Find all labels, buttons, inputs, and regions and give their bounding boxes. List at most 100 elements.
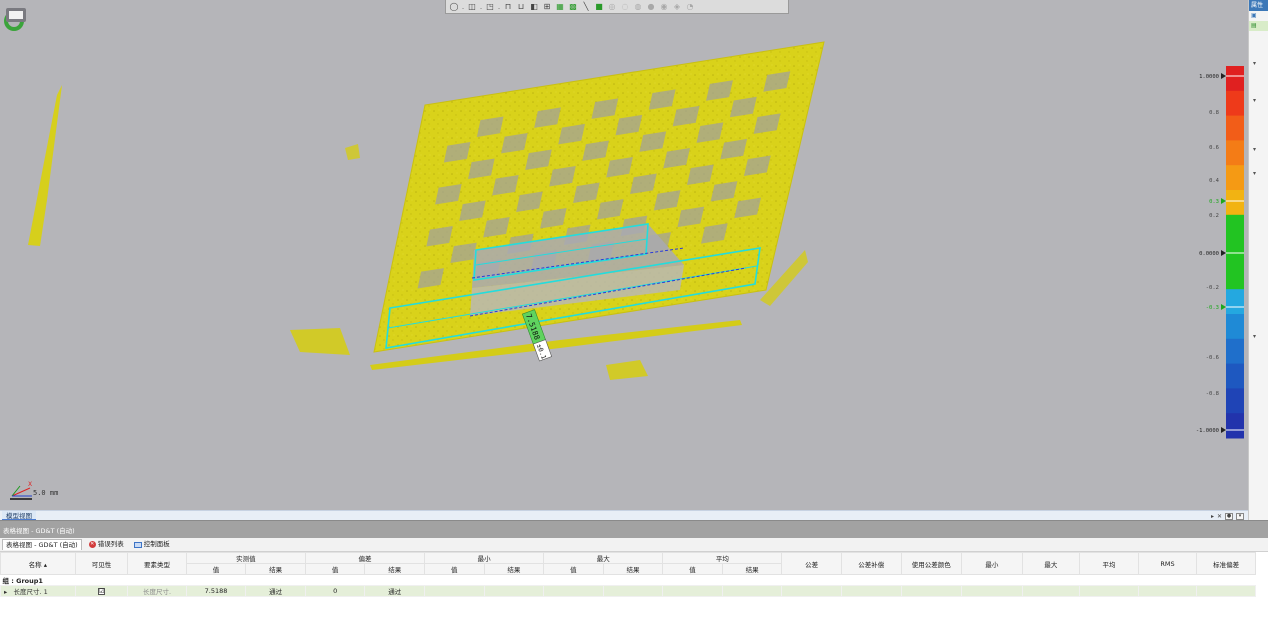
column-header-rms[interactable]: RMS [1137, 552, 1198, 575]
color-segment [1226, 165, 1244, 191]
part-icon[interactable]: ◳ [484, 1, 496, 13]
subheader-value[interactable]: 值 [185, 563, 247, 575]
circle-icon[interactable]: ◎ [606, 1, 618, 13]
column-header-avg[interactable]: 平均 [662, 552, 783, 564]
empty-cell [961, 585, 1023, 597]
color-segment [1226, 214, 1244, 241]
column-header-tolerance[interactable]: 公差 [781, 552, 842, 575]
color-segment [1226, 66, 1244, 92]
row-name-cell: ▸ 长度尺寸. 1 [0, 585, 76, 597]
panel-title: 表格视图 - GD&T (自动) [0, 520, 1268, 538]
subheader-result[interactable]: 结果 [483, 563, 545, 575]
point-cloud-scene: 7.5188 ±0.1 [28, 41, 825, 380]
view-rotate-icon[interactable] [2, 4, 30, 34]
legend-marker-icon[interactable] [1221, 73, 1226, 79]
sphere-view-icon[interactable]: ◯ [448, 1, 460, 13]
grid-alt-icon[interactable]: ▩ [567, 1, 579, 13]
legend-marker-icon[interactable] [1221, 427, 1226, 433]
color-scale-bar: 1.0000 0.8 0.6 0.4 0.3 0.2 0.0000 -0.2 -0.3 -0.6 -… [1196, 66, 1244, 439]
column-header-deviation[interactable]: 偏差 [304, 552, 426, 564]
back-view-icon[interactable]: ⊔ [515, 1, 527, 13]
visibility-cell: ☑ [74, 585, 129, 597]
empty-cell [1196, 585, 1256, 597]
group-label: 组 : Group1 [0, 574, 1256, 586]
deviation-color-legend: 1.0000 0.8 0.6 0.4 0.3 0.2 0.0000 -0.2 -0.3 -0.6 -… [1186, 60, 1248, 450]
legend-tick-label: -1.0000 [1196, 428, 1219, 434]
chevron-down-icon[interactable]: ▾ [1253, 170, 1256, 177]
subheader-value[interactable]: 值 [304, 563, 366, 575]
legend-tick-label: 0.0000 [1199, 251, 1219, 257]
subheader-result[interactable]: 结果 [721, 563, 783, 575]
column-header-max[interactable]: 最大 [543, 552, 664, 564]
empty-cell [1021, 585, 1081, 597]
dropdown-icon[interactable]: ▾ [1236, 512, 1244, 520]
color-segment [1226, 115, 1244, 141]
measured-value-cell: 7.5188 [185, 585, 247, 597]
legend-marker-icon[interactable] [1221, 198, 1226, 204]
legend-tick-label: 1.0000 [1199, 74, 1219, 80]
column-header-visible[interactable]: 可见性 [74, 552, 129, 575]
legend-marker-icon[interactable] [1221, 304, 1226, 310]
cone-icon[interactable]: ◍ [632, 1, 644, 13]
column-header-avg-stat[interactable]: 平均 [1079, 552, 1139, 575]
empty-cell [1079, 585, 1139, 597]
side-view-icon[interactable]: ◧ [528, 1, 540, 13]
legend-marker-icon[interactable] [1221, 250, 1226, 256]
play-icon[interactable]: ▸ [1211, 513, 1214, 520]
cube-view-icon[interactable]: ◫ [466, 1, 478, 13]
app-window: 7.5188 ±0.1 ◯. ◫. ◳. ⊓ ⊔ ◧ ⊞ ▦ ▩ ╲ ■ ◎ ◌ ◍ ● ◉ ◈ ◔ X 5.0 … [0, 0, 1268, 617]
front-view-icon[interactable]: ⊓ [502, 1, 514, 13]
panel-icon [133, 541, 142, 548]
cylinder-icon[interactable]: ◌ [619, 1, 631, 13]
column-header-max-stat[interactable]: 最大 [1021, 552, 1081, 575]
subheader-value[interactable]: 值 [662, 563, 723, 575]
measure-icon[interactable]: ◔ [684, 1, 696, 13]
measured-result-cell: 通过 [245, 585, 306, 597]
line-icon[interactable]: ╲ [580, 1, 592, 13]
subheader-result[interactable]: 结果 [602, 563, 664, 575]
subheader-value[interactable]: 值 [543, 563, 604, 575]
close-icon[interactable]: ✕ [1217, 513, 1222, 520]
column-header-min-stat[interactable]: 最小 [961, 552, 1023, 575]
slot-icon[interactable]: ◉ [658, 1, 670, 13]
color-segment [1226, 264, 1244, 290]
column-header-feature-type[interactable]: 要素类型 [127, 552, 187, 575]
column-header-min[interactable]: 最小 [423, 552, 545, 564]
properties-row[interactable]: ▤ [1249, 21, 1268, 31]
column-header-use-tol-color[interactable]: 使用公差颜色 [900, 552, 963, 575]
color-segment [1226, 338, 1244, 365]
column-header-name[interactable]: 名称 ▴ [0, 552, 76, 575]
toolbar-separator: . [461, 1, 465, 11]
plane-icon[interactable]: ■ [593, 1, 605, 13]
chevron-down-icon[interactable]: ▾ [1253, 97, 1256, 104]
color-segment [1226, 363, 1244, 389]
subheader-result[interactable]: 结果 [245, 563, 306, 575]
top-view-icon[interactable]: ⊞ [541, 1, 553, 13]
visibility-checkbox[interactable]: ☑ [97, 588, 105, 595]
column-header-tol-comp[interactable]: 公差补偿 [840, 552, 902, 575]
color-segment [1226, 314, 1244, 340]
chevron-down-icon[interactable]: ▾ [1253, 60, 1256, 67]
group-row[interactable]: 组 : Group1 [0, 574, 1256, 586]
tab-table-view[interactable]: 表格视图 - GD&T (自动) [2, 539, 82, 550]
point-icon[interactable]: ◈ [671, 1, 683, 13]
legend-tick-label: 0.8 [1209, 110, 1219, 116]
legend-tick-label: 0.6 [1209, 145, 1219, 151]
subheader-value[interactable]: 值 [424, 563, 485, 575]
expand-icon[interactable]: ▸ [4, 588, 7, 596]
grid-icon[interactable]: ▦ [554, 1, 566, 13]
edge-points [290, 328, 350, 355]
view-toolbar: ◯. ◫. ◳. ⊓ ⊔ ◧ ⊞ ▦ ▩ ╲ ■ ◎ ◌ ◍ ● ◉ ◈ ◔ [445, 0, 789, 14]
table-row[interactable]: ▸ 长度尺寸. 1 ☑ 长度尺寸. 7.5188 通过 0 通过 [0, 585, 1256, 597]
column-header-measured[interactable]: 实测值 [185, 552, 306, 564]
subheader-result[interactable]: 结果 [364, 563, 425, 575]
chevron-down-icon[interactable]: ▾ [1253, 146, 1256, 153]
sphere-icon[interactable]: ● [645, 1, 657, 13]
tab-error-list[interactable]: ✕ 错误列表 [86, 539, 127, 550]
pin-icon[interactable]: ● [1225, 512, 1233, 520]
3d-viewport[interactable]: 7.5188 ±0.1 ◯. ◫. ◳. ⊓ ⊔ ◧ ⊞ ▦ ▩ ╲ ■ ◎ ◌ ◍ ● ◉ ◈ ◔ X 5.0 … [0, 0, 1248, 510]
chevron-down-icon[interactable]: ▾ [1253, 333, 1256, 340]
column-header-std[interactable]: 标准偏差 [1196, 552, 1256, 575]
tab-control-panel[interactable]: 控制面板 [131, 539, 173, 550]
properties-row[interactable]: ▣ [1249, 11, 1268, 21]
